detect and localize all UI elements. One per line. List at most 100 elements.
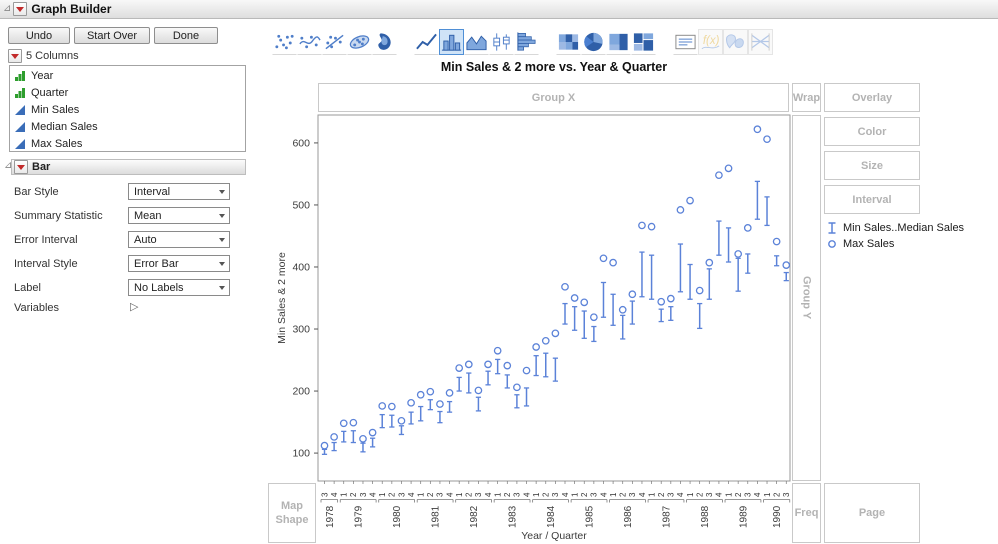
svg-text:1: 1 [686,492,695,497]
chevron-down-icon [219,190,225,194]
interval-style-dropdown[interactable]: Error Bar [128,255,230,272]
undo-button[interactable]: Undo [8,27,70,44]
histogram-icon[interactable] [514,29,539,55]
parallel-plot-icon [748,29,773,55]
svg-text:200: 200 [292,386,310,398]
svg-text:1: 1 [570,492,579,497]
svg-text:1979: 1979 [354,505,365,528]
green-bars-icon [15,70,25,81]
column-label: Max Sales [31,137,83,150]
svg-text:1983: 1983 [508,505,519,528]
error-interval-label: Error Interval [14,234,78,246]
caption-box-icon[interactable] [673,29,698,55]
column-item-max-sales[interactable]: Max Sales [10,135,245,152]
red-triangle-menu-button[interactable] [13,2,28,16]
columns-red-triangle-button[interactable] [8,49,22,63]
legend-item-interval[interactable]: Min Sales..Median Sales [826,220,964,235]
mosaic-icon[interactable] [631,29,656,55]
contour-icon[interactable] [372,29,397,55]
blue-triangle-icon [15,138,25,149]
drop-zone-interval[interactable]: Interval [824,185,920,214]
svg-text:1: 1 [609,492,618,497]
svg-text:2: 2 [619,492,628,497]
formula-icon: f(x) [698,29,723,55]
blue-triangle-icon [15,121,25,132]
svg-text:1: 1 [763,492,772,497]
box-plot-icon[interactable] [489,29,514,55]
svg-text:4: 4 [368,492,377,497]
label-dropdown[interactable]: No Labels [128,279,230,296]
drop-zone-color[interactable]: Color [824,117,920,146]
area-icon[interactable] [464,29,489,55]
svg-text:1990: 1990 [772,505,783,528]
svg-text:3: 3 [782,492,791,497]
svg-text:2: 2 [695,492,704,497]
error-interval-dropdown[interactable]: Auto [128,231,230,248]
start-over-button[interactable]: Start Over [74,27,150,44]
svg-text:1980: 1980 [392,505,403,528]
line-icon[interactable] [414,29,439,55]
column-item-year[interactable]: Year [10,67,245,84]
summary-statistic-value: Mean [134,209,162,222]
svg-text:3: 3 [320,492,329,497]
done-button[interactable]: Done [154,27,218,44]
open-circle-icon [828,239,836,248]
column-label: Year [31,69,54,82]
svg-text:1989: 1989 [738,505,749,528]
variables-label: Variables [14,302,60,314]
legend-label: Min Sales..Median Sales [843,221,965,234]
column-item-min-sales[interactable]: Min Sales [10,101,245,118]
column-item-quarter[interactable]: Quarter [10,84,245,101]
svg-text:600: 600 [292,137,310,149]
svg-text:4: 4 [715,492,724,497]
line-of-fit-icon[interactable] [322,29,347,55]
svg-text:3: 3 [474,492,483,497]
collapse-triangle-icon[interactable]: ⊿ [3,4,11,14]
window-title: Graph Builder [31,2,112,16]
blue-triangle-icon [15,104,25,115]
svg-text:2: 2 [349,492,358,497]
drop-zone-group-x[interactable]: Group X [318,83,789,112]
svg-text:1987: 1987 [662,505,673,528]
variables-disclosure-icon[interactable]: ▷ [130,300,138,313]
bar-panel-header: Bar [32,161,51,173]
svg-text:1: 1 [340,492,349,497]
heatmap-icon[interactable] [556,29,581,55]
plot-area[interactable]: 100200300400500600Min Sales & 2 more3 4 1 2… [270,110,798,544]
bar-style-label: Bar Style [14,186,59,198]
column-item-median-sales[interactable]: Median Sales [10,118,245,135]
svg-text:1985: 1985 [585,505,596,528]
svg-text:1: 1 [532,492,541,497]
column-label: Quarter [31,86,69,99]
legend-item-max-sales[interactable]: Max Sales [826,236,894,251]
svg-text:4: 4 [561,492,570,497]
element-palette: f(x) [272,27,773,55]
svg-text:2: 2 [542,492,551,497]
summary-statistic-dropdown[interactable]: Mean [128,207,230,224]
svg-text:Min Sales & 2 more: Min Sales & 2 more [276,252,288,344]
svg-text:3: 3 [436,492,445,497]
svg-text:4: 4 [484,492,493,497]
drop-zone-wrap[interactable]: Wrap [792,83,821,112]
column-label: Median Sales [31,120,98,133]
svg-text:4: 4 [753,492,762,497]
svg-text:Year / Quarter: Year / Quarter [521,530,587,542]
ellipse-icon[interactable] [347,29,372,55]
drop-zone-page[interactable]: Page [824,483,920,543]
treemap-icon[interactable] [606,29,631,55]
svg-text:3: 3 [628,492,637,497]
svg-text:1: 1 [724,492,733,497]
bar-style-dropdown[interactable]: Interval [128,183,230,200]
column-label: Min Sales [31,103,80,116]
svg-text:2: 2 [465,492,474,497]
points-icon[interactable] [272,29,297,55]
svg-text:2: 2 [503,492,512,497]
svg-text:4: 4 [407,492,416,497]
drop-zone-size[interactable]: Size [824,151,920,180]
bar-red-triangle-button[interactable] [14,160,28,174]
pie-icon[interactable] [581,29,606,55]
bar-icon[interactable] [439,29,464,55]
drop-zone-overlay[interactable]: Overlay [824,83,920,112]
smoother-icon[interactable] [297,29,322,55]
svg-text:1982: 1982 [469,505,480,528]
